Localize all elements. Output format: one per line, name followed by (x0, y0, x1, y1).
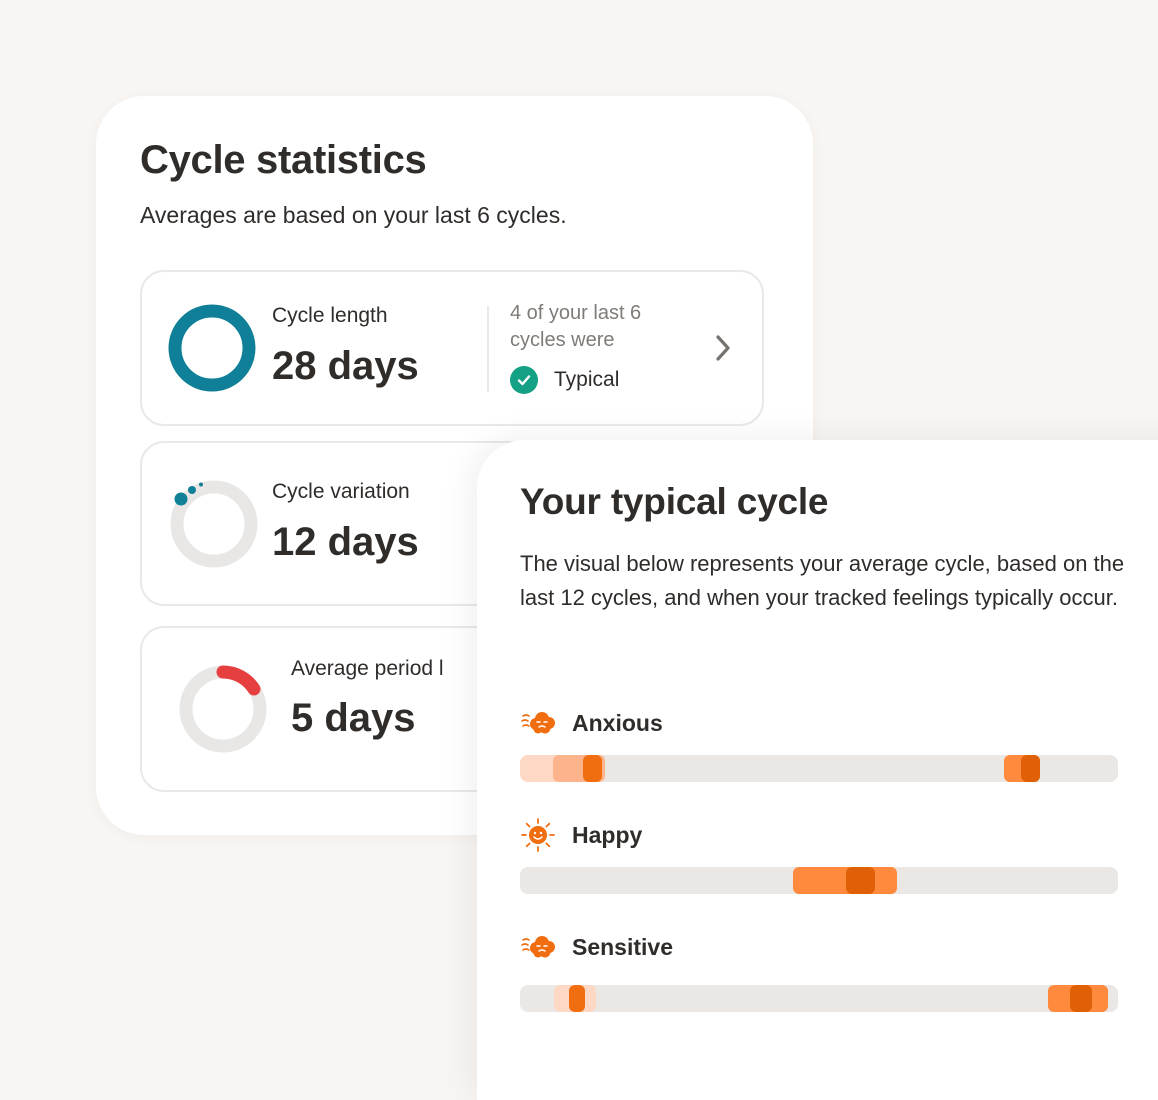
cloud-icon (521, 712, 555, 734)
feeling-label: Anxious (572, 709, 663, 736)
period-length-label: Average period l (291, 657, 444, 680)
cycle-variation-value: 12 days (272, 520, 419, 564)
typical-status-label: Typical (554, 368, 620, 391)
cycle-variation-label: Cycle variation (272, 480, 410, 503)
check-icon (510, 366, 538, 394)
row-divider (487, 306, 489, 392)
cycle-length-value: 28 days (272, 344, 419, 388)
feeling-happy: Happy (520, 817, 1118, 894)
typical-cycle-description: The visual below represents your average… (520, 551, 1125, 610)
feeling-label: Happy (572, 821, 643, 848)
typical-cycle-title: Your typical cycle (520, 481, 829, 522)
cycle-length-ring-icon (168, 304, 256, 392)
feeling-timeline (520, 867, 1118, 894)
stats-title: Cycle statistics (140, 138, 427, 182)
typical-cycle-card: Your typical cycle The visual below repr… (477, 440, 1158, 1100)
feeling-label: Sensitive (572, 933, 673, 960)
chevron-right-icon[interactable] (714, 334, 732, 362)
sun-icon (521, 818, 555, 852)
cycle-length-label: Cycle length (272, 304, 388, 327)
stats-subtitle: Averages are based on your last 6 cycles… (140, 202, 567, 228)
cloud-icon (521, 936, 555, 958)
cycle-length-row[interactable]: Cycle length 28 days 4 of your last 6 cy… (140, 270, 764, 426)
period-length-ring-icon (179, 665, 267, 753)
feeling-timeline (520, 985, 1118, 1012)
typical-status: Typical (510, 366, 619, 394)
period-length-value: 5 days (291, 696, 416, 740)
cycle-variation-ring-icon (170, 480, 258, 568)
feeling-anxious: Anxious (520, 705, 1118, 782)
typical-cycles-note: 4 of your last 6 cycles were (510, 302, 642, 351)
feeling-sensitive: Sensitive (520, 929, 1118, 1012)
feeling-timeline (520, 755, 1118, 782)
